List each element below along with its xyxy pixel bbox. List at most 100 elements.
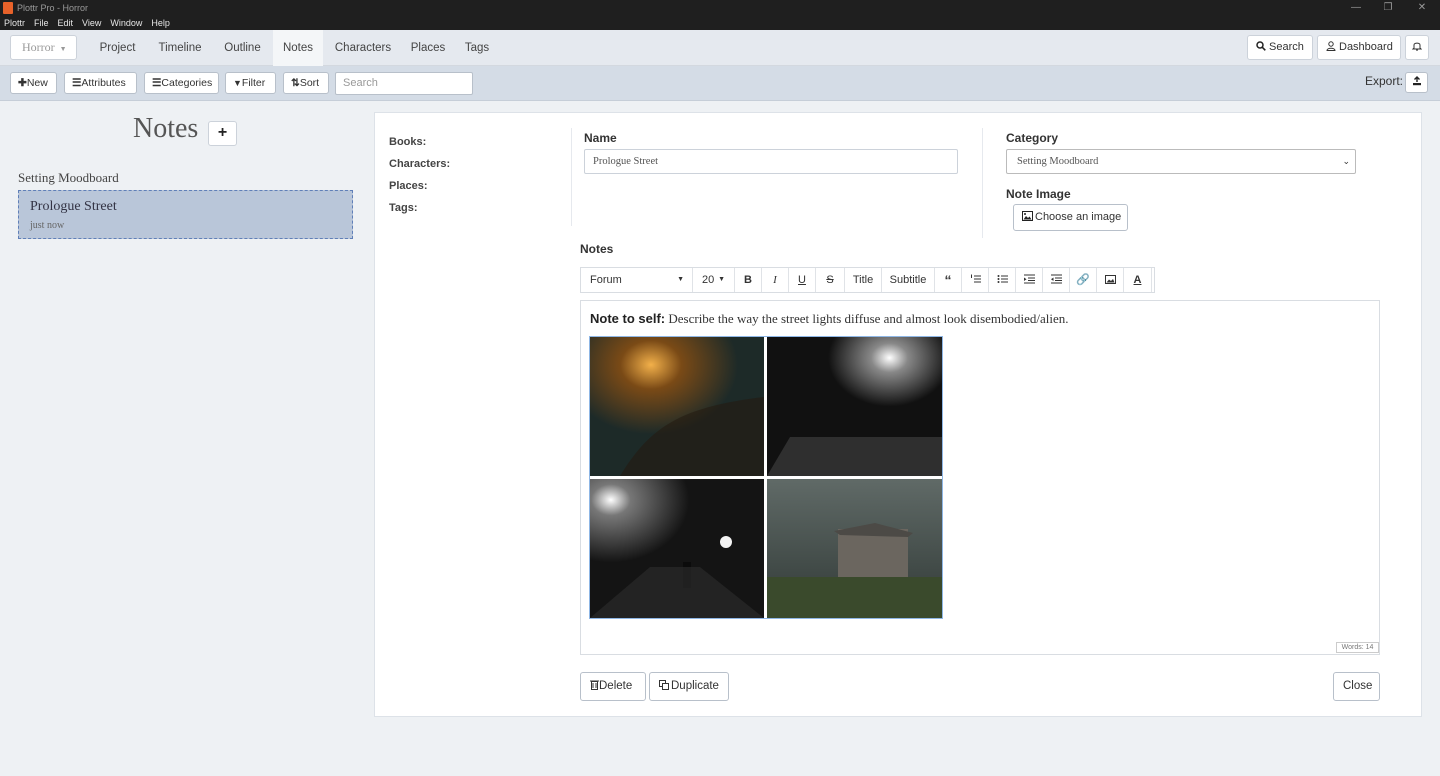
menu-plottr[interactable]: Plottr (4, 18, 25, 28)
notes-search-input[interactable]: Search (335, 72, 473, 95)
strikethrough-icon[interactable]: S (816, 268, 845, 292)
title-button[interactable]: Title (845, 268, 882, 292)
menu-help[interactable]: Help (151, 18, 170, 28)
notes-field-label: Notes (580, 242, 614, 256)
close-button[interactable]: Close (1333, 672, 1380, 701)
divider (982, 128, 983, 238)
search-button-label: Search (1269, 41, 1304, 53)
notifications-button[interactable] (1405, 35, 1429, 60)
note-editor-text[interactable]: Note to self: Describe the way the stree… (590, 311, 1069, 327)
moodboard-image[interactable] (589, 336, 943, 619)
tab-places[interactable]: Places (403, 30, 453, 66)
name-input[interactable]: Prologue Street (584, 149, 958, 174)
insert-image-icon[interactable] (1097, 268, 1124, 292)
add-note-button[interactable]: + (208, 121, 237, 146)
delete-label: Delete (599, 680, 633, 692)
link-icon[interactable]: 🔗 (1070, 268, 1097, 292)
font-select[interactable]: Forum ▼ (581, 268, 693, 292)
notes-heading: Notes (133, 113, 199, 144)
characters-label[interactable]: Characters: (389, 158, 450, 170)
books-label[interactable]: Books: (389, 136, 426, 148)
list-icon: ☰ (72, 77, 82, 89)
filter-button[interactable]: ▼Filter (225, 72, 276, 94)
menu-file[interactable]: File (34, 18, 49, 28)
sort-button[interactable]: ⇅Sort (283, 72, 329, 94)
category-select-value: Setting Moodboard (1017, 156, 1099, 167)
category-heading: Setting Moodboard (18, 170, 119, 185)
new-note-label: New (26, 77, 48, 89)
choose-image-label: Choose an image (1035, 211, 1122, 223)
blockquote-icon[interactable]: “ (935, 268, 962, 292)
dashboard-button[interactable]: Dashboard (1317, 35, 1401, 60)
note-item-title: Prologue Street (30, 199, 117, 214)
categories-label: Categories (161, 77, 213, 89)
plottr-app-icon (3, 2, 13, 14)
menu-edit[interactable]: Edit (58, 18, 74, 28)
tab-characters[interactable]: Characters (328, 30, 398, 66)
title-bar: Plottr Pro - Horror — ❐ ✕ (0, 0, 1440, 16)
menu-view[interactable]: View (82, 18, 101, 28)
name-label: Name (584, 131, 617, 145)
ordered-list-svg (970, 274, 981, 283)
ordered-list-icon[interactable] (962, 268, 989, 292)
sort-icon: ⇅ (291, 77, 300, 89)
dashboard-button-label: Dashboard (1339, 41, 1393, 53)
note-item-time: just now (30, 220, 65, 231)
main-nav: Horror ▼ Project Timeline Outline Notes … (0, 30, 1440, 66)
close-window-icon[interactable]: ✕ (1407, 0, 1437, 16)
tab-tags[interactable]: Tags (458, 30, 496, 66)
duplicate-label: Duplicate (671, 680, 719, 692)
chevron-down-icon: ⌄ (1342, 156, 1350, 166)
image-icon (1022, 211, 1033, 221)
menu-bar: Plottr File Edit View Window Help (0, 16, 1440, 30)
sort-label: Sort (299, 77, 320, 89)
note-list-item[interactable]: Prologue Street just now (18, 190, 353, 239)
indent-svg (1023, 274, 1035, 284)
subtitle-button[interactable]: Subtitle (882, 268, 935, 292)
delete-button[interactable]: Delete (580, 672, 646, 701)
places-label[interactable]: Places: (389, 180, 428, 192)
indent-icon[interactable] (1016, 268, 1043, 292)
text-color-icon[interactable]: A (1124, 268, 1152, 292)
bell-icon (1411, 42, 1423, 51)
font-size-select[interactable]: 20 ▼ (693, 268, 735, 292)
menu-window[interactable]: Window (110, 18, 142, 28)
tab-notes[interactable]: Notes (273, 30, 323, 66)
restore-icon[interactable]: ❐ (1373, 0, 1403, 16)
insert-image-svg (1104, 275, 1116, 284)
tags-label[interactable]: Tags: (389, 202, 418, 214)
copy-icon (659, 680, 669, 690)
categories-button[interactable]: ☰Categories (144, 72, 219, 94)
outdent-svg (1050, 274, 1062, 284)
editor-toolbar: Forum ▼ 20 ▼ B I U S Title Subtitle “ 🔗 … (580, 267, 1155, 293)
trash-icon (590, 680, 599, 690)
export-button[interactable] (1405, 72, 1428, 93)
window-title: Plottr Pro - Horror (17, 3, 89, 13)
export-icon (1412, 76, 1421, 86)
bold-icon[interactable]: B (735, 268, 762, 292)
choose-image-button[interactable]: Choose an image (1013, 204, 1128, 231)
tab-timeline[interactable]: Timeline (150, 30, 210, 66)
attributes-button[interactable]: ☰Attributes (64, 72, 137, 94)
divider (571, 128, 572, 226)
underline-icon[interactable]: U (789, 268, 816, 292)
tab-outline[interactable]: Outline (215, 30, 270, 66)
export-label: Export: (1365, 74, 1404, 88)
plus-icon: ✚ (18, 77, 27, 89)
bullet-list-icon[interactable] (989, 268, 1016, 292)
book-selector[interactable]: Horror ▼ (10, 35, 77, 60)
book-selector-label: Horror (22, 40, 55, 54)
font-select-value: Forum (590, 274, 622, 286)
filter-icon: ▼ (233, 78, 242, 88)
caret-down-icon: ▼ (59, 45, 67, 53)
italic-icon[interactable]: I (762, 268, 789, 292)
duplicate-button[interactable]: Duplicate (649, 672, 729, 701)
new-note-button[interactable]: ✚New (10, 72, 57, 94)
outdent-icon[interactable] (1043, 268, 1070, 292)
tab-project[interactable]: Project (90, 30, 145, 66)
caret-down-icon: ▼ (718, 276, 725, 283)
bullet-list-svg (997, 275, 1008, 283)
category-select[interactable]: Setting Moodboard ⌄ (1006, 149, 1356, 174)
search-button[interactable]: Search (1247, 35, 1313, 60)
minimize-icon[interactable]: — (1341, 0, 1371, 16)
